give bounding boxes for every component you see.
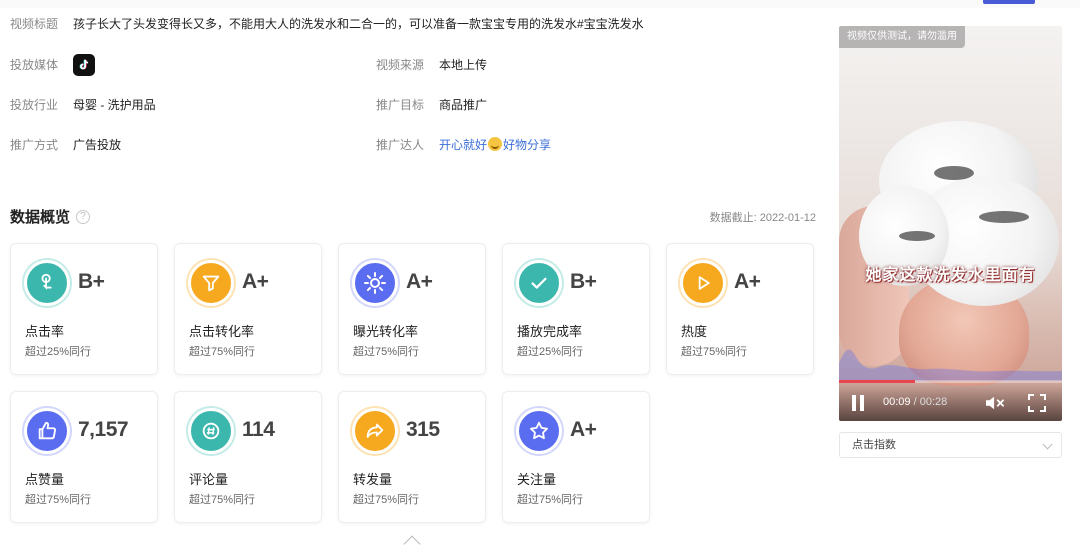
card-value: A+ — [242, 270, 269, 293]
card-value: 315 — [406, 418, 440, 441]
thumbs-up-icon — [24, 408, 70, 454]
info-row-source: 视频来源 本地上传 — [376, 57, 487, 73]
video-watermark: 视频仅供测试，请勿滥用 — [839, 26, 965, 48]
mute-icon[interactable] — [984, 394, 1006, 412]
card-name: 关注量 — [517, 472, 557, 487]
talent-link[interactable]: 开心就好 好物分享 — [439, 137, 551, 153]
top-bar — [0, 0, 1080, 8]
star-icon — [516, 408, 562, 454]
card-name: 评论量 — [189, 472, 229, 487]
talent-name-b: 好物分享 — [503, 138, 552, 152]
info-row-title: 视频标题 孩子长大了头发变得长又多，不能用大人的洗发水和二合一的，可以准备一款宝… — [10, 16, 644, 32]
card-sub: 超过75%同行 — [189, 346, 256, 358]
hair — [899, 231, 935, 241]
time-separator: / — [910, 396, 920, 408]
card-value: A+ — [734, 270, 761, 293]
fullscreen-icon[interactable] — [1028, 394, 1046, 412]
top-tab-indicator — [983, 0, 1035, 4]
collapse-arrow-icon[interactable] — [403, 535, 421, 552]
talent-label: 推广达人 — [376, 138, 425, 152]
metric-card-completion[interactable]: B+ 播放完成率 超过25%同行 — [502, 243, 650, 375]
info-row-goal: 推广目标 商品推广 — [376, 97, 487, 113]
media-label: 投放媒体 — [10, 58, 59, 72]
card-sub: 超过75%同行 — [189, 494, 256, 506]
title-label: 视频标题 — [10, 17, 59, 31]
source-value: 本地上传 — [439, 58, 488, 72]
goal-value: 商品推广 — [439, 98, 488, 112]
tiktok-icon — [73, 54, 95, 76]
info-row-industry: 投放行业 母婴 - 洗护用品 — [10, 97, 156, 113]
overview-title: 数据概览 — [10, 209, 71, 226]
data-cutoff-date: 数据截止: 2022-01-12 — [709, 212, 816, 224]
funnel-icon — [188, 260, 234, 306]
card-sub: 超过75%同行 — [353, 346, 420, 358]
touch-icon — [24, 260, 70, 306]
metric-card-comments[interactable]: 114 评论量 超过75%同行 — [174, 391, 322, 523]
source-label: 视频来源 — [376, 58, 425, 72]
card-sub: 超过75%同行 — [353, 494, 420, 506]
card-sub: 超过25%同行 — [25, 346, 92, 358]
hair — [979, 211, 1029, 223]
video-controls: 00:09 / 00:28 — [839, 383, 1062, 421]
audio-waveform — [839, 349, 1062, 381]
play-icon — [680, 260, 726, 306]
industry-value: 母婴 - 洗护用品 — [73, 98, 156, 112]
video-time: 00:09 / 00:28 — [883, 396, 947, 408]
card-sub: 超过75%同行 — [25, 494, 92, 506]
metric-select-value: 点击指数 — [852, 439, 896, 451]
sun-icon — [352, 260, 398, 306]
card-name: 转发量 — [353, 472, 393, 487]
share-icon — [352, 408, 398, 454]
metric-card-ctr[interactable]: B+ 点击率 超过25%同行 — [10, 243, 158, 375]
card-name: 曝光转化率 — [353, 324, 419, 339]
chevron-down-icon — [1042, 439, 1053, 450]
video-player[interactable]: 视频仅供测试，请勿滥用 她家这款洗发水里面有 00:09 / 00:28 — [839, 26, 1062, 421]
card-value: A+ — [570, 418, 597, 441]
grin-emoji-icon — [488, 137, 503, 151]
metric-card-exposure-conversion[interactable]: A+ 曝光转化率 超过75%同行 — [338, 243, 486, 375]
metric-card-follows[interactable]: A+ 关注量 超过75%同行 — [502, 391, 650, 523]
card-name: 点击率 — [25, 324, 65, 339]
current-time: 00:09 — [883, 396, 911, 408]
card-value: 7,157 — [78, 418, 129, 441]
goal-label: 推广目标 — [376, 98, 425, 112]
video-subtitle: 她家这款洗发水里面有 — [865, 267, 1036, 284]
card-name: 播放完成率 — [517, 324, 583, 339]
metric-card-click-conversion[interactable]: A+ 点击转化率 超过75%同行 — [174, 243, 322, 375]
comment-icon — [188, 408, 234, 454]
card-name: 热度 — [681, 324, 708, 339]
card-value: B+ — [78, 270, 105, 293]
card-value: A+ — [406, 270, 433, 293]
card-sub: 超过25%同行 — [517, 346, 584, 358]
method-label: 推广方式 — [10, 138, 59, 152]
check-icon — [516, 260, 562, 306]
overview-header: 数据概览 ? — [10, 206, 91, 227]
info-row-talent: 推广达人 开心就好 好物分享 — [376, 137, 551, 153]
metric-card-shares[interactable]: 315 转发量 超过75%同行 — [338, 391, 486, 523]
card-sub: 超过75%同行 — [681, 346, 748, 358]
hair — [934, 166, 974, 180]
help-icon[interactable]: ? — [76, 209, 91, 224]
card-name: 点赞量 — [25, 472, 65, 487]
total-time: 00:28 — [919, 396, 948, 408]
info-row-method: 推广方式 广告投放 — [10, 137, 121, 153]
talent-name-a: 开心就好 — [439, 138, 488, 152]
info-row-media: 投放媒体 — [10, 54, 95, 76]
metric-card-heat[interactable]: A+ 热度 超过75%同行 — [666, 243, 814, 375]
title-value: 孩子长大了头发变得长又多，不能用大人的洗发水和二合一的，可以准备一款宝宝专用的洗… — [73, 17, 644, 31]
metric-card-likes[interactable]: 7,157 点赞量 超过75%同行 — [10, 391, 158, 523]
pause-icon[interactable] — [851, 395, 865, 411]
card-name: 点击转化率 — [189, 324, 255, 339]
industry-label: 投放行业 — [10, 98, 59, 112]
card-sub: 超过75%同行 — [517, 494, 584, 506]
card-value: B+ — [570, 270, 597, 293]
method-value: 广告投放 — [73, 138, 122, 152]
metric-select[interactable]: 点击指数 — [839, 432, 1062, 458]
card-value: 114 — [242, 418, 275, 441]
